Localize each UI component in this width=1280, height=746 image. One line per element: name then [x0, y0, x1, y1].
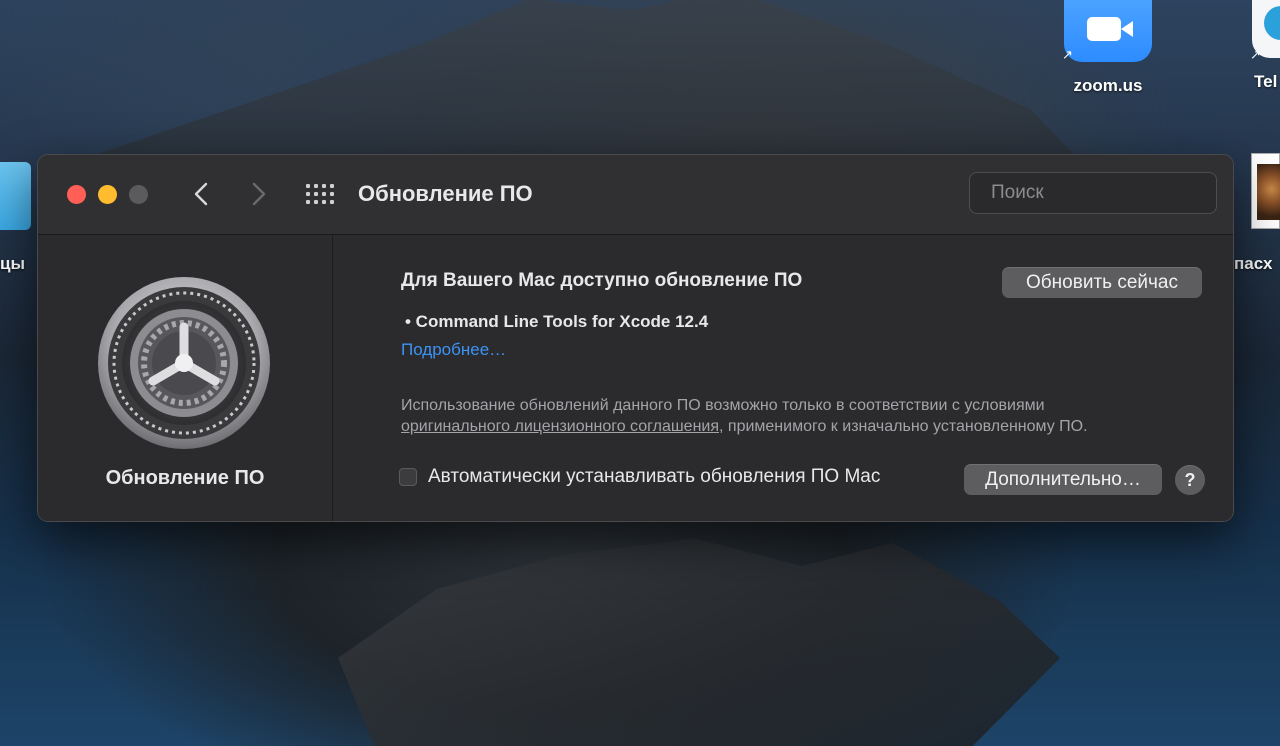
update-item: • Command Line Tools for Xcode 12.4 [405, 312, 709, 331]
show-all-grid-icon[interactable] [306, 182, 334, 206]
zoom-icon[interactable] [1064, 0, 1152, 62]
zoom-button[interactable] [129, 185, 148, 204]
auto-update-checkbox[interactable] [399, 468, 417, 486]
chevron-right-icon [252, 182, 266, 206]
auto-update-row[interactable]: Автоматически устанавливать обновления П… [399, 466, 880, 488]
sidebar: Обновление ПО [38, 235, 333, 521]
license-text-suffix: , применимого к изначально установленном… [719, 418, 1088, 435]
license-text-prefix: Использование обновлений данного ПО возм… [401, 397, 1045, 414]
update-content-pane: Для Вашего Mac доступно обновление ПО Об… [333, 235, 1233, 521]
zoom-label[interactable]: zoom.us [1074, 76, 1143, 96]
desktop-file-label[interactable]: пасх [1234, 254, 1272, 274]
advanced-button[interactable]: Дополнительно… [964, 464, 1162, 495]
desktop-zoom-app[interactable]: ↗ zoom.us [1062, 0, 1152, 96]
telegram-label[interactable]: Tel [1254, 72, 1277, 92]
minimize-button[interactable] [98, 185, 117, 204]
search-input[interactable] [989, 181, 1233, 205]
file-preview-image [1257, 164, 1280, 220]
desktop-wallpaper-island [338, 538, 1060, 746]
desktop-telegram-app[interactable]: ↗ Tel [1250, 0, 1280, 92]
auto-update-label[interactable]: Автоматически устанавливать обновления П… [428, 466, 880, 488]
camera-icon [1087, 17, 1133, 41]
alias-arrow-icon: ↗ [1062, 47, 1073, 62]
help-button[interactable]: ? [1175, 465, 1205, 495]
back-button[interactable] [190, 180, 212, 208]
license-text: Использование обновлений данного ПО возм… [401, 395, 1201, 437]
update-now-button[interactable]: Обновить сейчас [1002, 267, 1202, 298]
chevron-left-icon [194, 182, 208, 206]
desktop-file-thumbnail[interactable] [1251, 153, 1280, 229]
more-info-link[interactable]: Подробнее… [401, 340, 506, 360]
update-heading: Для Вашего Mac доступно обновление ПО [401, 270, 803, 291]
window-title: Обновление ПО [358, 181, 533, 206]
desktop-folder-icon[interactable] [0, 162, 31, 230]
gear-icon [98, 277, 270, 449]
alias-arrow-icon: ↗ [1250, 47, 1261, 62]
software-update-window: Обновление ПО Поиск Обновление ПО Для Ва… [37, 154, 1234, 522]
close-button[interactable] [67, 185, 86, 204]
forward-button[interactable] [248, 180, 270, 208]
desktop-wallpaper-hill [80, 0, 1080, 160]
sidebar-label: Обновление ПО [105, 467, 265, 489]
desktop-folder-label[interactable]: цы [0, 254, 25, 274]
license-agreement-link[interactable]: оригинального лицензионного соглашения [401, 418, 719, 435]
window-titlebar[interactable]: Обновление ПО [38, 155, 1233, 235]
search-field[interactable] [969, 172, 1233, 214]
